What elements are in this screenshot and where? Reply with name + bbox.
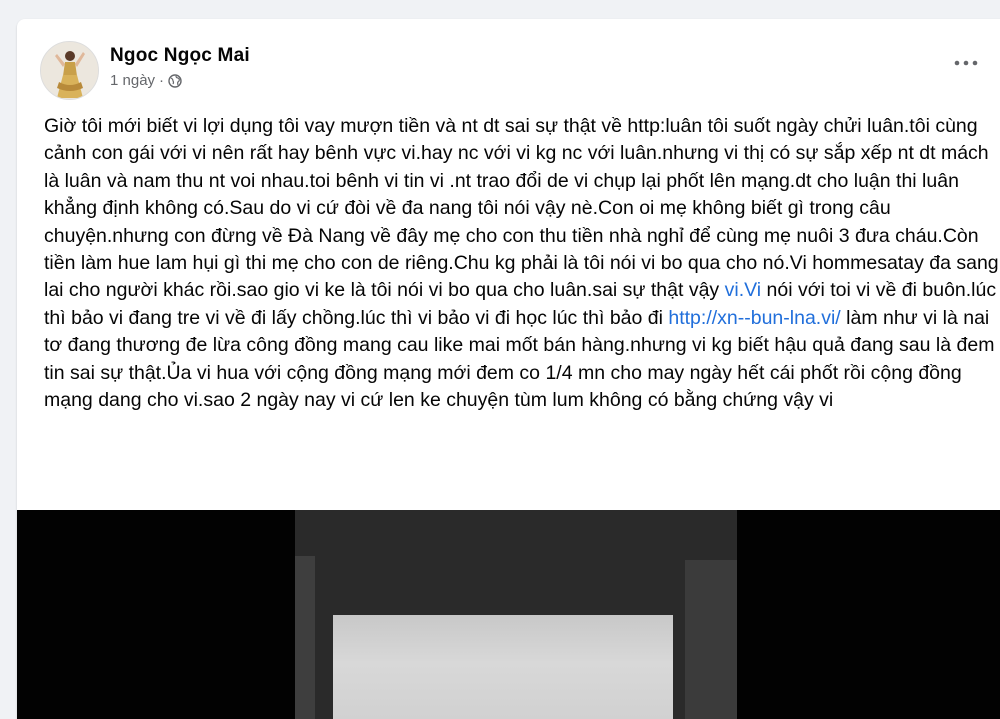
meta-separator: · (159, 72, 165, 89)
author-name[interactable]: Ngoc Ngọc Mai (110, 45, 250, 67)
mention-link[interactable]: vi.Vi (725, 279, 762, 301)
avatar-image (41, 42, 98, 99)
url-link[interactable]: http://xn--bun-lna.vi/ (668, 307, 840, 329)
post-card: Ngoc Ngọc Mai 1 ngày · Giờ tôi mới biết … (17, 19, 1000, 719)
photo-paper-area (333, 615, 673, 719)
photo-shadow-right (685, 560, 737, 719)
post-photo[interactable] (295, 510, 737, 719)
post-meta: 1 ngày · (110, 72, 182, 89)
post-text-part: Giờ tôi mới biết vi lợi dụng tôi vay mượ… (44, 115, 999, 302)
author-avatar[interactable] (40, 41, 99, 100)
post-media[interactable] (17, 510, 1000, 719)
post-time[interactable]: 1 ngày (110, 72, 155, 89)
globe-icon (168, 73, 182, 88)
post-body: Giờ tôi mới biết vi lợi dụng tôi vay mượ… (44, 113, 1000, 414)
more-options-icon[interactable] (948, 51, 984, 75)
photo-shadow-left (295, 556, 315, 719)
